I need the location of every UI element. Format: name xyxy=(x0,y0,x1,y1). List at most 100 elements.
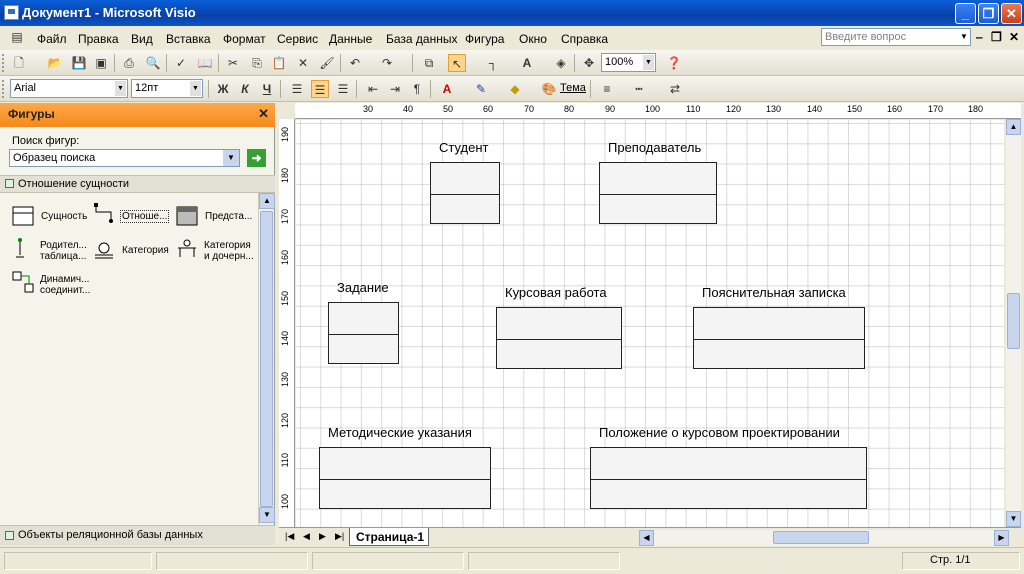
stencil-scrollbar[interactable]: ▲ ▼ xyxy=(258,193,275,525)
tab-page-1[interactable]: Страница-1 xyxy=(349,528,429,546)
scroll-thumb[interactable] xyxy=(1007,293,1020,349)
entity-shape[interactable] xyxy=(599,162,717,224)
chevron-down-icon[interactable]: ▼ xyxy=(115,81,126,96)
shape-category[interactable]: Категория xyxy=(93,239,173,263)
bold-button[interactable]: Ж xyxy=(214,80,232,98)
line-pattern-icon[interactable]: ┅ xyxy=(630,80,648,98)
menu-file[interactable]: Файл xyxy=(37,32,67,46)
stencil-icon[interactable]: ◈ xyxy=(552,54,570,72)
menu-insert[interactable]: Вставка xyxy=(166,32,211,46)
redo-icon[interactable]: ↷ xyxy=(378,54,396,72)
font-color-icon[interactable]: A xyxy=(438,80,456,98)
doc-close-button[interactable]: ✕ xyxy=(1009,30,1019,44)
decrease-indent-icon[interactable]: ⇤ xyxy=(364,80,382,98)
chevron-down-icon[interactable]: ▼ xyxy=(643,55,654,70)
prev-page-icon[interactable]: ◀ xyxy=(303,531,310,542)
entity-shape[interactable] xyxy=(693,307,865,369)
shape-entity[interactable]: Сущность xyxy=(12,205,92,229)
menu-database[interactable]: База данных xyxy=(386,32,457,46)
visio-app-icon[interactable] xyxy=(4,5,19,20)
menu-window[interactable]: Окно xyxy=(519,32,547,46)
menu-shape[interactable]: Фигура xyxy=(465,32,504,46)
menu-view[interactable]: Вид xyxy=(131,32,153,46)
undo-icon[interactable]: ↶ xyxy=(346,54,364,72)
minimize-button[interactable]: _ xyxy=(955,3,976,24)
vertical-scrollbar[interactable]: ▲ ▼ xyxy=(1006,119,1021,527)
line-color-icon[interactable]: ✎ xyxy=(472,80,490,98)
help-question-input[interactable]: Введите вопрос ▼ xyxy=(821,28,971,46)
close-button[interactable]: ✕ xyxy=(1001,3,1022,24)
shape-category-child[interactable]: Категория и дочерн... xyxy=(176,237,258,265)
scroll-left-icon[interactable]: ◀ xyxy=(639,530,654,546)
line-ends-icon[interactable]: ⇄ xyxy=(666,80,684,98)
scroll-up-icon[interactable]: ▲ xyxy=(259,193,275,209)
underline-button[interactable]: Ч xyxy=(258,80,276,98)
permission-icon[interactable]: ▣ xyxy=(92,54,110,72)
scroll-right-icon[interactable]: ▶ xyxy=(994,530,1009,546)
research-icon[interactable]: 📖 xyxy=(196,54,214,72)
menu-tools[interactable]: Сервис xyxy=(277,32,318,46)
open-icon[interactable]: 📂 xyxy=(46,54,64,72)
chevron-down-icon[interactable]: ▼ xyxy=(223,150,239,166)
doc-restore-button[interactable]: ❐ xyxy=(991,30,1002,44)
menu-help[interactable]: Справка xyxy=(561,32,608,46)
cut-icon[interactable]: ✂ xyxy=(224,54,242,72)
scroll-thumb[interactable] xyxy=(773,531,869,544)
vertical-ruler[interactable]: 190 180 170 160 150 140 130 120 110 100 xyxy=(279,119,295,527)
toolbar-grip[interactable] xyxy=(2,80,5,98)
toolbar-grip[interactable] xyxy=(2,54,5,72)
text-tool-icon[interactable]: A xyxy=(518,54,536,72)
next-page-icon[interactable]: ▶ xyxy=(319,531,326,542)
delete-icon[interactable]: ✕ xyxy=(294,54,312,72)
line-weight-icon[interactable]: ≡ xyxy=(598,80,616,98)
scroll-down-icon[interactable]: ▼ xyxy=(259,507,275,523)
shape-search-input[interactable]: Образец поиска ▼ xyxy=(9,149,240,167)
align-center-icon[interactable]: ☰ xyxy=(311,80,329,98)
spelling-icon[interactable]: ✓ xyxy=(172,54,190,72)
entity-shape[interactable] xyxy=(590,447,867,509)
first-page-icon[interactable]: |◀ xyxy=(285,531,294,542)
horizontal-scrollbar[interactable]: ◀ ▶ xyxy=(639,530,1009,546)
scroll-up-icon[interactable]: ▲ xyxy=(1006,119,1021,135)
stencil-entity-relationship[interactable]: Отношение сущности xyxy=(0,175,275,193)
fill-color-icon[interactable]: ◆ xyxy=(506,80,524,98)
paragraph-icon[interactable]: ¶ xyxy=(408,80,426,98)
scroll-thumb[interactable] xyxy=(260,211,273,507)
font-combo[interactable]: Arial ▼ xyxy=(10,79,128,98)
italic-button[interactable]: К xyxy=(236,80,254,98)
preview-icon[interactable]: 🔍 xyxy=(144,54,162,72)
pointer-tool-icon[interactable]: ↖ xyxy=(448,54,466,72)
chevron-down-icon[interactable]: ▼ xyxy=(958,29,970,45)
last-page-icon[interactable]: ▶| xyxy=(335,531,344,542)
entity-shape[interactable] xyxy=(496,307,622,369)
font-size-combo[interactable]: 12пт ▼ xyxy=(131,79,203,98)
increase-indent-icon[interactable]: ⇥ xyxy=(386,80,404,98)
format-painter-icon[interactable]: 🖌 xyxy=(318,54,336,72)
shape-view[interactable]: Предста... xyxy=(176,205,256,229)
scroll-down-icon[interactable]: ▼ xyxy=(1006,511,1021,527)
print-icon[interactable]: ⎙ xyxy=(120,54,138,72)
entity-shape[interactable] xyxy=(430,162,500,224)
menu-format[interactable]: Формат xyxy=(223,32,266,46)
connector-tool-icon[interactable]: ┐ xyxy=(484,54,502,72)
menu-data[interactable]: Данные xyxy=(329,32,372,46)
shapes-window-icon[interactable]: ⧉ xyxy=(420,54,438,72)
chevron-down-icon[interactable]: ▼ xyxy=(190,81,201,96)
stencil-relational-db[interactable]: Объекты реляционной базы данных xyxy=(0,525,275,545)
shape-dynamic-connector[interactable]: Динамич... соединит... xyxy=(12,271,92,299)
search-go-button[interactable]: ➜ xyxy=(247,149,266,167)
menu-edit[interactable]: Правка xyxy=(78,32,119,46)
paste-icon[interactable]: 📋 xyxy=(270,54,288,72)
entity-shape[interactable] xyxy=(328,302,399,364)
align-left-icon[interactable]: ☰ xyxy=(288,80,306,98)
new-icon[interactable]: 🗋 xyxy=(10,54,28,72)
theme-button[interactable]: Тема xyxy=(560,82,586,94)
save-icon[interactable]: 💾 xyxy=(70,54,88,72)
copy-icon[interactable]: ⎘ xyxy=(248,54,266,72)
align-right-icon[interactable]: ☰ xyxy=(334,80,352,98)
pan-zoom-icon[interactable]: ✥ xyxy=(580,54,598,72)
theme-icon[interactable]: 🎨 xyxy=(540,80,558,98)
restore-button[interactable]: ❐ xyxy=(978,3,999,24)
close-icon[interactable]: ✕ xyxy=(258,106,269,122)
shape-parent-table[interactable]: Родител... таблица... xyxy=(12,237,92,265)
